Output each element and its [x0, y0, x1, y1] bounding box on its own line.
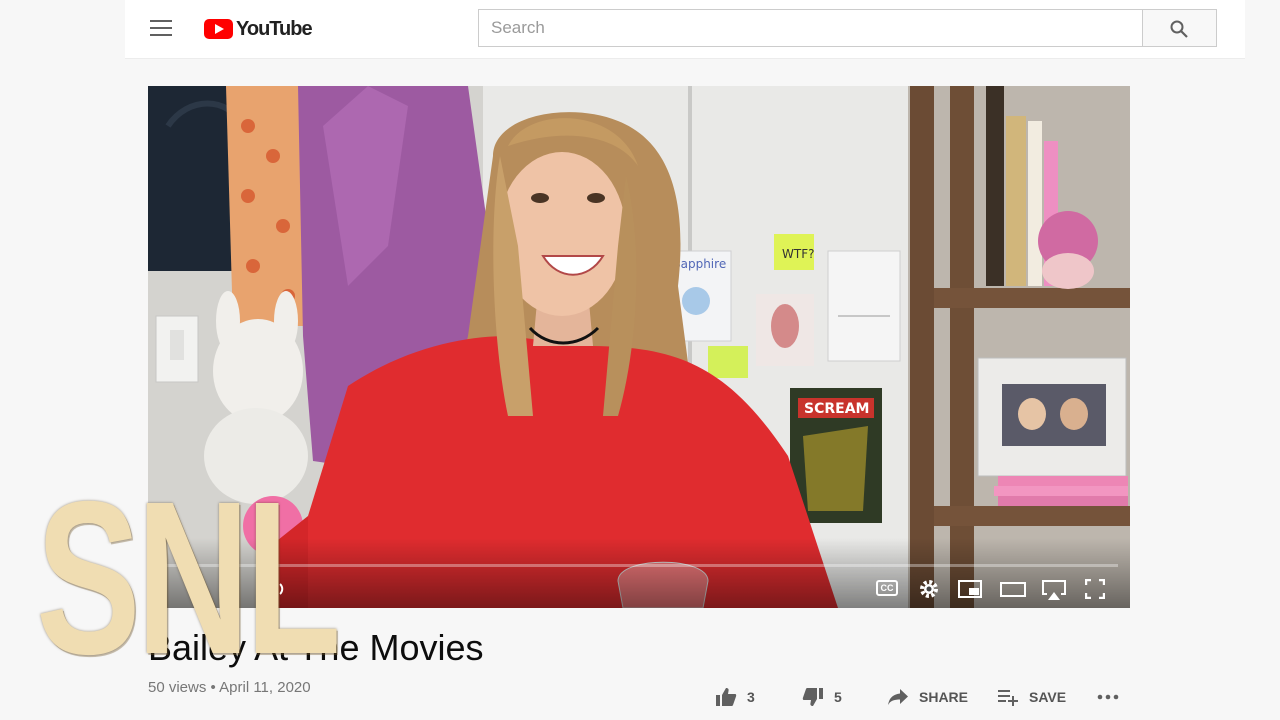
- dislike-button[interactable]: 5: [802, 684, 842, 710]
- thumbs-up-icon: [716, 688, 737, 706]
- svg-text:Sapphire: Sapphire: [673, 257, 726, 271]
- brand-name: YouTube: [236, 17, 313, 40]
- save-label: SAVE: [1029, 689, 1067, 705]
- youtube-play-icon: [204, 19, 233, 39]
- more-horizontal-icon: [1097, 694, 1119, 700]
- fullscreen-icon[interactable]: [1085, 579, 1105, 599]
- menu-icon[interactable]: [150, 20, 172, 36]
- svg-text:SCREAM: SCREAM: [804, 401, 869, 417]
- airplay-icon[interactable]: [1041, 579, 1067, 601]
- youtube-logo[interactable]: YouTube: [204, 16, 313, 42]
- thumbs-down-icon: [802, 688, 823, 706]
- more-actions-button[interactable]: [1097, 684, 1119, 710]
- share-icon: [888, 689, 908, 705]
- like-count: 3: [747, 689, 755, 705]
- search-icon: [1170, 20, 1188, 38]
- like-button[interactable]: 3: [715, 684, 755, 710]
- share-button[interactable]: SHARE: [887, 684, 968, 710]
- search-button[interactable]: [1142, 9, 1217, 47]
- save-button[interactable]: SAVE: [997, 684, 1066, 710]
- search-input[interactable]: [478, 9, 1142, 47]
- miniplayer-icon[interactable]: [958, 580, 982, 598]
- snl-logo-overlay: SNL: [36, 457, 341, 700]
- gear-icon[interactable]: [918, 578, 940, 600]
- share-label: SHARE: [919, 689, 969, 705]
- theater-icon[interactable]: [1000, 582, 1026, 597]
- youtube-page: YouTube Search Sapphire WTF? SCREAM CC B…: [0, 0, 1280, 720]
- add-to-playlist-icon: [998, 690, 1018, 706]
- masthead: YouTube: [125, 0, 1245, 59]
- dislike-count: 5: [834, 689, 842, 705]
- cc-icon[interactable]: CC: [876, 580, 898, 596]
- svg-text:WTF?: WTF?: [782, 247, 814, 261]
